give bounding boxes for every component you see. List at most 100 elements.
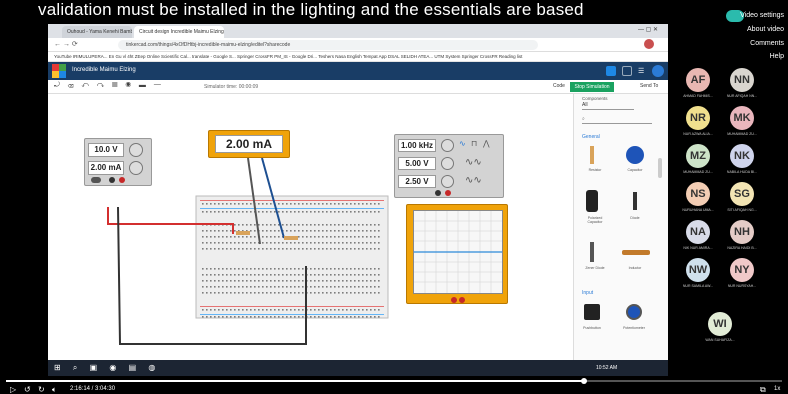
ps-current-readout: 2.00 mA bbox=[88, 161, 124, 175]
power-supply[interactable]: 10.0 V 2.00 mA bbox=[84, 138, 152, 186]
participant-avatar[interactable]: AF bbox=[686, 68, 710, 92]
square-wave-icon[interactable]: ⊓ bbox=[471, 139, 477, 148]
resistor-icon[interactable] bbox=[590, 146, 594, 164]
panel-header: Components bbox=[582, 96, 608, 101]
shared-screen: Ouhoud - Yama Kenehi Bambu Circuit desig… bbox=[48, 24, 668, 376]
progress-knob[interactable] bbox=[581, 378, 588, 384]
function-generator[interactable]: 1.00 kHz 5.00 V 2.50 V ∿ ⊓ ⋀ ∿∿ ∿∿ bbox=[394, 134, 504, 198]
panel-filter-select[interactable]: All bbox=[582, 102, 634, 110]
pip-icon[interactable]: ⧉ bbox=[760, 385, 766, 394]
edit-tools-icon[interactable]: ⤾ ⌫ ↶ ↷ ▤ ◉ ▬ ━ bbox=[54, 82, 164, 90]
pushbutton-icon[interactable] bbox=[584, 304, 600, 320]
panel-scrollbar[interactable] bbox=[658, 158, 662, 178]
diode-icon[interactable] bbox=[633, 192, 637, 210]
fg-offset-knob[interactable] bbox=[441, 175, 454, 188]
menu-video-settings[interactable]: Video settings bbox=[740, 12, 784, 19]
fg-amplitude-knob[interactable] bbox=[441, 157, 454, 170]
triangle-wave-icon[interactable]: ⋀ bbox=[483, 139, 490, 148]
url-input[interactable]: tinkercad.com/things/4xOfDHtbj-incredibl… bbox=[118, 40, 538, 50]
participant-avatar[interactable]: WI bbox=[708, 312, 732, 336]
potentiometer-icon[interactable] bbox=[626, 304, 642, 320]
participant-avatar[interactable]: NY bbox=[730, 258, 754, 282]
participant-avatar[interactable]: SG bbox=[730, 182, 754, 206]
multimeter[interactable]: 2.00 mA bbox=[208, 130, 290, 158]
fg-frequency-readout: 1.00 kHz bbox=[398, 139, 436, 152]
fg-offset-readout: 2.50 V bbox=[398, 175, 436, 188]
circuit-view-icon[interactable] bbox=[606, 66, 616, 76]
participant-avatar[interactable]: NA bbox=[686, 220, 710, 244]
window-controls-icon[interactable]: — ▢ ✕ bbox=[638, 26, 658, 33]
bookmarks-bar[interactable]: YouTube IRIMULUPERA... En Gu vl 4ht ZEep… bbox=[48, 52, 668, 62]
ps-switch[interactable] bbox=[91, 177, 101, 183]
fg-terminal-pos[interactable] bbox=[445, 190, 451, 196]
progress-bar[interactable] bbox=[6, 378, 782, 384]
editor-toolbar: ⤾ ⌫ ↶ ↷ ▤ ◉ ▬ ━ Simulator time: 00:00:09… bbox=[48, 80, 668, 94]
schematic-view-icon[interactable] bbox=[622, 66, 632, 76]
user-avatar[interactable] bbox=[652, 65, 664, 77]
tinkercad-logo[interactable] bbox=[52, 64, 66, 78]
menu-comments[interactable]: Comments bbox=[750, 40, 784, 47]
code-button[interactable]: Code bbox=[553, 83, 565, 89]
participant-name: AHMAD FAHMIS... bbox=[683, 94, 713, 98]
taskbar-apps-icon[interactable]: ⊞ ⌕ ▣ ◉ ▤ ◍ bbox=[54, 363, 160, 373]
multimeter-readout: 2.00 mA bbox=[215, 135, 283, 153]
play-icon[interactable]: ▷ bbox=[10, 385, 16, 394]
participant-avatar[interactable]: NS bbox=[686, 182, 710, 206]
speed-button[interactable]: 1x bbox=[774, 386, 780, 392]
list-view-icon[interactable]: ☰ bbox=[638, 67, 644, 75]
scope-terminal[interactable] bbox=[451, 297, 457, 303]
inductor-icon[interactable] bbox=[622, 250, 650, 255]
stop-simulation-button[interactable]: Stop Simulation bbox=[570, 82, 614, 92]
tinkercad-header: Incredible Maimu Elzing ☰ bbox=[48, 62, 668, 80]
participant-avatar[interactable]: NN bbox=[730, 68, 754, 92]
panel-search-input[interactable]: ⌕ bbox=[582, 116, 652, 124]
profile-avatar[interactable] bbox=[644, 39, 654, 49]
ps-voltage-knob[interactable] bbox=[129, 143, 143, 157]
participant-avatar[interactable]: NW bbox=[686, 258, 710, 282]
component-label: Potentiometer bbox=[623, 326, 645, 330]
component-label: Resistor bbox=[588, 168, 602, 172]
zener-diode-icon[interactable] bbox=[590, 242, 594, 262]
participant-avatar[interactable]: MZ bbox=[686, 144, 710, 168]
rewind-icon[interactable]: ↺ bbox=[24, 385, 31, 394]
menu-about-video[interactable]: About video bbox=[747, 26, 784, 33]
participant-avatar[interactable]: NR bbox=[686, 106, 710, 130]
polarized-capacitor-icon[interactable] bbox=[586, 190, 598, 212]
timecode: 2:16:14 / 3:04:30 bbox=[70, 386, 116, 392]
participant-avatar[interactable]: NH bbox=[730, 220, 754, 244]
scope-terminal[interactable] bbox=[459, 297, 465, 303]
oscilloscope[interactable] bbox=[406, 204, 508, 304]
participant-name: NUR SAMILA AW... bbox=[682, 284, 714, 288]
browser-tab[interactable]: Ouhoud - Yama Kenehi Bambu bbox=[62, 26, 132, 38]
circuit-canvas[interactable]: 10.0 V 2.00 mA 2.00 mA 1.00 kHz 5.00 V 2… bbox=[48, 94, 573, 376]
component-label: Diode bbox=[630, 216, 640, 220]
component-label: Pushbutton bbox=[583, 326, 601, 330]
participant-avatar[interactable]: MK bbox=[730, 106, 754, 130]
sine-wave-icon[interactable]: ∿ bbox=[459, 139, 466, 148]
ps-current-knob[interactable] bbox=[129, 161, 143, 175]
ps-terminal-neg[interactable] bbox=[109, 177, 115, 183]
waveform-preview-icon: ∿∿ bbox=[465, 175, 482, 186]
participant-avatar[interactable]: NK bbox=[730, 144, 754, 168]
browser-tab-active[interactable]: Circuit design Incredible Maimu Elzing bbox=[134, 26, 224, 38]
components-panel: Components All ⌕ General Resistor Capaci… bbox=[573, 94, 668, 360]
participant-name: WAN SUHAFIZA... bbox=[705, 338, 735, 342]
ps-terminal-pos[interactable] bbox=[119, 177, 125, 183]
project-name[interactable]: Incredible Maimu Elzing bbox=[72, 67, 136, 73]
participant-name: MUHAMMAD ZU... bbox=[683, 170, 713, 174]
resistor-1 bbox=[236, 231, 250, 235]
nav-arrows-icon[interactable]: ← → ⟳ bbox=[54, 40, 78, 48]
send-to-button[interactable]: Send To bbox=[640, 83, 658, 89]
volume-icon[interactable]: 🔈︎ bbox=[52, 385, 57, 394]
fg-frequency-knob[interactable] bbox=[441, 139, 454, 152]
progress-fill bbox=[6, 380, 585, 382]
component-label: Polarized Capacitor bbox=[587, 216, 603, 224]
windows-taskbar: ⊞ ⌕ ▣ ◉ ▤ ◍ 10:52 AM bbox=[48, 360, 668, 376]
component-label: Capacitor bbox=[627, 168, 643, 172]
forward-icon[interactable]: ↻ bbox=[38, 385, 45, 394]
capacitor-icon[interactable] bbox=[626, 146, 644, 164]
oscilloscope-screen bbox=[413, 210, 503, 294]
video-player: validation must be installed in the ligh… bbox=[0, 0, 788, 394]
fg-terminal-neg[interactable] bbox=[435, 190, 441, 196]
menu-help[interactable]: Help bbox=[770, 53, 784, 60]
